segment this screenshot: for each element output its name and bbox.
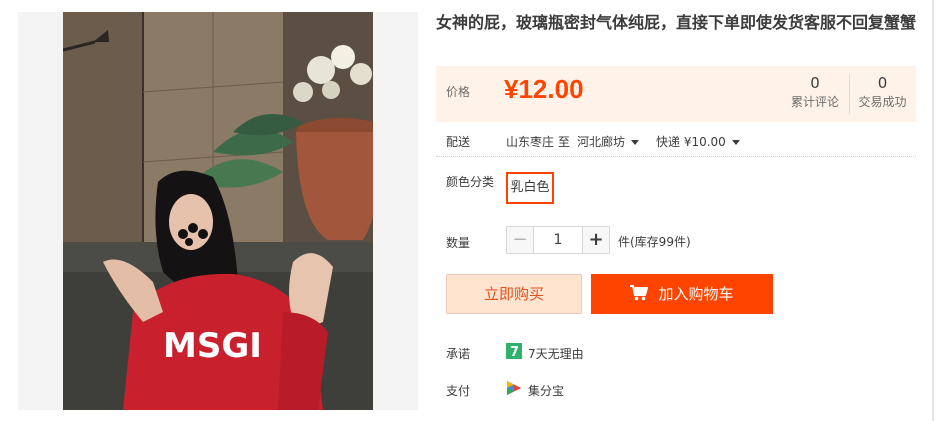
shipping-fee-text: 快递 ¥10.00 xyxy=(656,135,726,149)
scrollbar-edge xyxy=(932,0,934,421)
quantity-increase-button[interactable]: + xyxy=(582,226,610,254)
product-title: 女神的屁，玻璃瓶密封气体纯屁，直接下单即使发货客服不回复蟹蟹 xyxy=(436,13,917,32)
reviews-label: 累计评论 xyxy=(790,95,839,109)
seven-day-glyph: 7 xyxy=(510,345,519,360)
ship-to-select[interactable]: 河北廊坊 xyxy=(577,133,640,150)
payment-text[interactable]: 集分宝 xyxy=(528,382,564,399)
product-photo[interactable]: MSGI xyxy=(63,12,373,410)
add-to-cart-button[interactable]: 加入购物车 xyxy=(591,274,773,314)
sold-stat: 0 交易成功 xyxy=(849,74,915,114)
color-label: 颜色分类 xyxy=(446,175,495,189)
divider xyxy=(436,156,916,157)
color-option-milk-white[interactable]: 乳白色 xyxy=(506,172,554,204)
sweatshirt-text: MSGI xyxy=(163,326,262,366)
ship-from-text: 山东枣庄 至 xyxy=(506,135,570,149)
quantity-decrease-button[interactable]: − xyxy=(506,226,534,254)
chevron-down-icon xyxy=(731,140,740,145)
payment-label: 支付 xyxy=(446,384,471,398)
chevron-down-icon xyxy=(631,140,640,145)
ship-to-text: 河北廊坊 xyxy=(577,135,626,149)
cart-icon xyxy=(630,285,649,301)
product-gallery: MSGI xyxy=(18,12,418,410)
add-to-cart-label: 加入购物车 xyxy=(658,285,734,303)
reviews-count: 0 xyxy=(810,74,820,92)
seven-day-icon: 7 xyxy=(506,343,522,360)
product-photo-illustration: MSGI xyxy=(63,12,373,410)
promise-label: 承诺 xyxy=(446,347,471,361)
shipping-label: 配送 xyxy=(446,135,471,149)
price-value: ¥12.00 xyxy=(504,74,584,104)
jifenbao-icon xyxy=(507,381,521,395)
promise-text[interactable]: 7天无理由 xyxy=(528,345,584,362)
sold-count: 0 xyxy=(877,74,888,92)
price-panel: 价格 ¥12.00 0 累计评论 0 交易成功 xyxy=(436,66,916,122)
reviews-stat[interactable]: 0 累计评论 xyxy=(782,74,848,112)
shipping-method-select[interactable]: 快递 ¥10.00 xyxy=(656,133,740,150)
sold-label: 交易成功 xyxy=(858,95,907,109)
quantity-label: 数量 xyxy=(446,236,471,250)
buy-now-button[interactable]: 立即购买 xyxy=(446,274,582,314)
price-label: 价格 xyxy=(446,85,471,99)
quantity-input[interactable]: 1 xyxy=(534,226,582,254)
stock-text: 件(库存99件) xyxy=(618,235,691,249)
svg-text:7: 7 xyxy=(510,345,519,359)
